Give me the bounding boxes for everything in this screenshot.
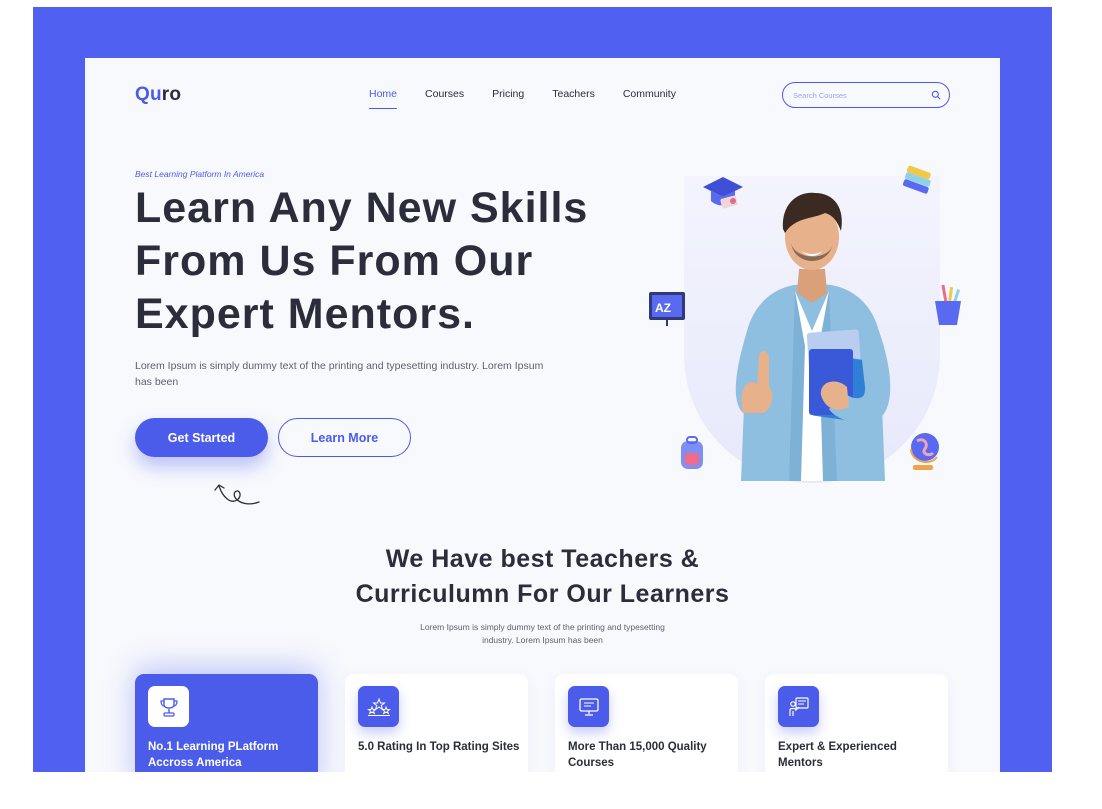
graduation-cap-icon (703, 177, 743, 209)
hero-title-line-3: Expert Mentors. (135, 290, 475, 338)
hero-title: Learn Any New Skills From Us From Our Ex… (135, 182, 655, 341)
svg-text:AZ: AZ (655, 301, 671, 315)
nav-item-community[interactable]: Community (623, 88, 676, 100)
trophy-icon (148, 686, 189, 727)
nav-item-courses[interactable]: Courses (425, 88, 464, 100)
features-title-line-2: Curriculumn For Our Learners (355, 580, 730, 608)
feature-card-rating[interactable]: 5.0 Rating In Top Rating Sites (345, 674, 528, 772)
get-started-button[interactable]: Get Started (135, 418, 268, 457)
logo-rest-text: ro (161, 84, 182, 105)
smiling-student-image (735, 192, 891, 481)
search-box (782, 82, 950, 108)
nav-item-teachers[interactable]: Teachers (552, 88, 595, 100)
logo[interactable]: Quro (135, 84, 181, 106)
feature-card-mentors[interactable]: Expert & Experienced Mentors (765, 674, 948, 772)
feature-card-title: No.1 Learning PLatform Accross America (148, 741, 279, 769)
nav-item-pricing[interactable]: Pricing (492, 88, 524, 100)
feature-card-title: 5.0 Rating In Top Rating Sites (358, 741, 520, 753)
main-nav: Home Courses Pricing Teachers Community (369, 88, 704, 109)
hero-title-line-1: Learn Any New Skills (135, 184, 589, 232)
feature-cards: No.1 Learning PLatform Accross America 5… (135, 674, 948, 772)
learn-more-button[interactable]: Learn More (278, 418, 411, 457)
feature-card-courses[interactable]: More Than 15,000 Quality Courses (555, 674, 738, 772)
globe-icon (910, 433, 939, 470)
monitor-course-icon (568, 686, 609, 727)
hero-title-line-2: From Us From Our (135, 237, 534, 285)
rating-stars-icon (358, 686, 399, 727)
features-title-line-1: We Have best Teachers & (385, 545, 700, 573)
landing-page: Quro Home Courses Pricing Teachers Commu… (85, 58, 1000, 772)
feature-card-platform[interactable]: No.1 Learning PLatform Accross America (135, 674, 318, 772)
books-stack-icon (902, 165, 931, 194)
backpack-icon (681, 436, 703, 469)
hero-description: Lorem Ipsum is simply dummy text of the … (135, 360, 544, 388)
search-icon[interactable] (931, 90, 941, 100)
nav-item-home[interactable]: Home (369, 88, 398, 109)
hero-eyebrow: Best Learning Platform In America (135, 169, 265, 179)
hero-illustration: AZ (647, 165, 977, 493)
features-title: We Have best Teachers & Curriculumn For … (85, 542, 1000, 612)
mentor-board-icon (778, 686, 819, 727)
search-input[interactable] (793, 90, 923, 100)
alphabet-board-icon: AZ (649, 292, 685, 326)
features-description: Lorem Ipsum is simply dummy text of the … (420, 622, 665, 645)
curly-arrow-icon (214, 484, 260, 505)
logo-accent-text: Qu (135, 84, 162, 105)
feature-card-title: Expert & Experienced Mentors (778, 741, 897, 769)
outer-frame: Quro Home Courses Pricing Teachers Commu… (33, 7, 1052, 772)
pen-holder-icon (935, 284, 961, 325)
feature-card-title: More Than 15,000 Quality Courses (568, 741, 707, 769)
